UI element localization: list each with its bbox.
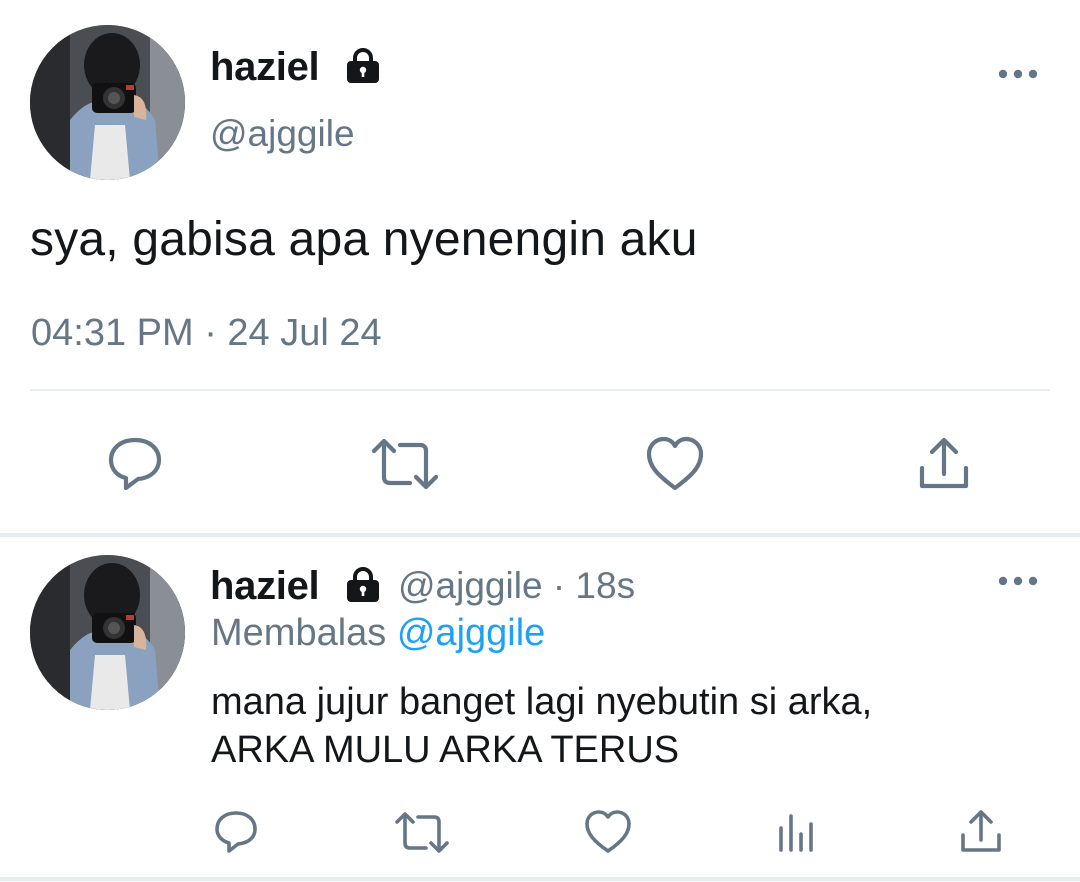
avatar[interactable] [30, 555, 185, 710]
replying-to: Membalas @ajggile [211, 612, 545, 655]
user-handle[interactable]: @ajggile [398, 565, 543, 606]
share-icon [961, 810, 1001, 852]
tweet-time-ago[interactable]: 18s [575, 565, 635, 606]
reply-meta: @ajggile · 18s [398, 565, 635, 607]
lock-icon [347, 567, 379, 602]
reply-icon [108, 437, 162, 491]
share-button[interactable] [912, 434, 976, 494]
divider [30, 389, 1050, 391]
reply-button[interactable] [210, 808, 262, 856]
meta-separator: · [552, 565, 566, 606]
tweet-text: sya, gabisa apa nyenengin aku [30, 213, 698, 266]
analytics-button[interactable] [772, 810, 820, 856]
more-options-icon[interactable] [998, 68, 1038, 80]
retweet-button[interactable] [392, 810, 452, 856]
tweet-text-line: mana jujur banget lagi nyebutin si arka, [211, 681, 873, 723]
like-icon [585, 810, 631, 853]
avatar[interactable] [30, 25, 185, 180]
bottom-divider [0, 877, 1080, 881]
display-name[interactable]: haziel [210, 45, 320, 90]
display-name[interactable]: haziel [210, 564, 320, 609]
tweet-timestamp[interactable]: 04:31 PM · 24 Jul 24 [31, 312, 382, 355]
user-handle[interactable]: @ajggile [210, 113, 355, 155]
more-options-icon[interactable] [998, 575, 1038, 587]
reply-icon [215, 811, 257, 853]
share-icon [919, 437, 969, 489]
like-button[interactable] [643, 434, 707, 494]
lock-icon [347, 48, 379, 83]
replying-label: Membalas [211, 612, 387, 654]
avatar-photo [30, 555, 185, 710]
tweet-text: mana jujur banget lagi nyebutin si arka,… [211, 678, 1031, 774]
tweet-text-line: ARKA MULU ARKA TERUS [211, 729, 680, 771]
reply-button[interactable] [100, 432, 170, 496]
mention-link[interactable]: @ajggile [397, 612, 545, 654]
like-icon [646, 436, 704, 491]
analytics-icon [779, 814, 813, 852]
like-button[interactable] [582, 808, 634, 856]
section-divider [0, 533, 1080, 537]
share-button[interactable] [956, 808, 1006, 856]
avatar-photo [30, 25, 185, 180]
retweet-button[interactable] [368, 435, 442, 493]
retweet-icon [395, 812, 449, 853]
retweet-icon [371, 438, 439, 490]
